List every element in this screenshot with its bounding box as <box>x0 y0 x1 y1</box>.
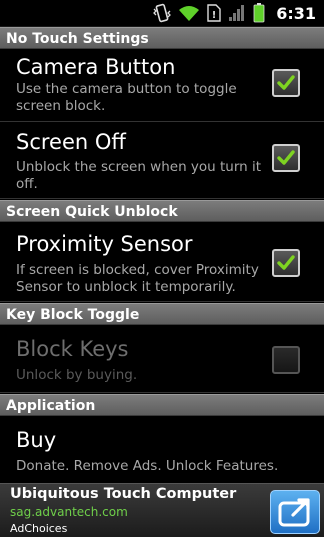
checkmark-icon <box>277 255 295 270</box>
screen-off-checkbox[interactable] <box>272 144 300 172</box>
section-header-key-block-toggle: Key Block Toggle <box>0 303 324 325</box>
settings-screen: ! 6:31 No Touch Settings Camera Button U… <box>0 0 324 537</box>
pref-summary-block-keys: Unlock by buying. <box>16 367 138 383</box>
pref-screen-off[interactable]: Screen Off Unblock the screen when you t… <box>0 122 324 199</box>
pref-title-proximity-sensor: Proximity Sensor <box>16 232 193 256</box>
pref-block-keys[interactable]: Block Keys Unlock by buying. <box>0 325 324 393</box>
pref-title-camera-button: Camera Button <box>16 55 176 79</box>
no-sim-icon: ! <box>207 4 221 22</box>
open-external-icon <box>278 498 310 527</box>
pref-buy[interactable]: Buy Donate. Remove Ads. Unlock Features. <box>0 416 324 483</box>
ad-url[interactable]: sag.advantech.com <box>10 505 128 519</box>
pref-title-block-keys: Block Keys <box>16 337 129 361</box>
ad-choices-link[interactable]: AdChoices <box>10 522 67 535</box>
battery-icon <box>253 3 265 23</box>
pref-summary-proximity-sensor: If screen is blocked, cover Proximity Se… <box>16 262 259 295</box>
wifi-icon <box>179 6 200 21</box>
proximity-sensor-checkbox[interactable] <box>272 249 300 277</box>
status-time: 6:31 <box>276 3 316 23</box>
pref-proximity-sensor[interactable]: Proximity Sensor If screen is blocked, c… <box>0 222 324 302</box>
pref-summary-buy: Donate. Remove Ads. Unlock Features. <box>16 458 279 474</box>
pref-title-screen-off: Screen Off <box>16 130 126 154</box>
pref-title-buy: Buy <box>16 428 57 452</box>
pref-summary-camera-button: Use the camera button to toggle screen b… <box>16 81 237 114</box>
section-header-screen-quick-unblock: Screen Quick Unblock <box>0 200 324 222</box>
ad-banner[interactable]: Ubiquitous Touch Computer sag.advantech.… <box>0 483 324 537</box>
status-bar: ! 6:31 <box>0 0 324 27</box>
section-header-no-touch-settings: No Touch Settings <box>0 27 324 49</box>
pref-summary-screen-off: Unblock the screen when you turn it off. <box>16 159 262 192</box>
ad-title[interactable]: Ubiquitous Touch Computer <box>10 486 236 502</box>
section-header-application: Application <box>0 394 324 416</box>
camera-button-checkbox[interactable] <box>272 69 300 97</box>
block-keys-checkbox[interactable] <box>272 346 300 374</box>
status-icons: ! 6:31 <box>153 2 316 24</box>
svg-text:!: ! <box>212 10 217 21</box>
checkmark-icon <box>277 75 295 90</box>
ad-open-button[interactable] <box>270 490 320 534</box>
pref-camera-button[interactable]: Camera Button Use the camera button to t… <box>0 49 324 122</box>
checkmark-icon <box>277 150 295 165</box>
vibrate-icon <box>153 3 172 23</box>
signal-icon <box>229 5 245 21</box>
